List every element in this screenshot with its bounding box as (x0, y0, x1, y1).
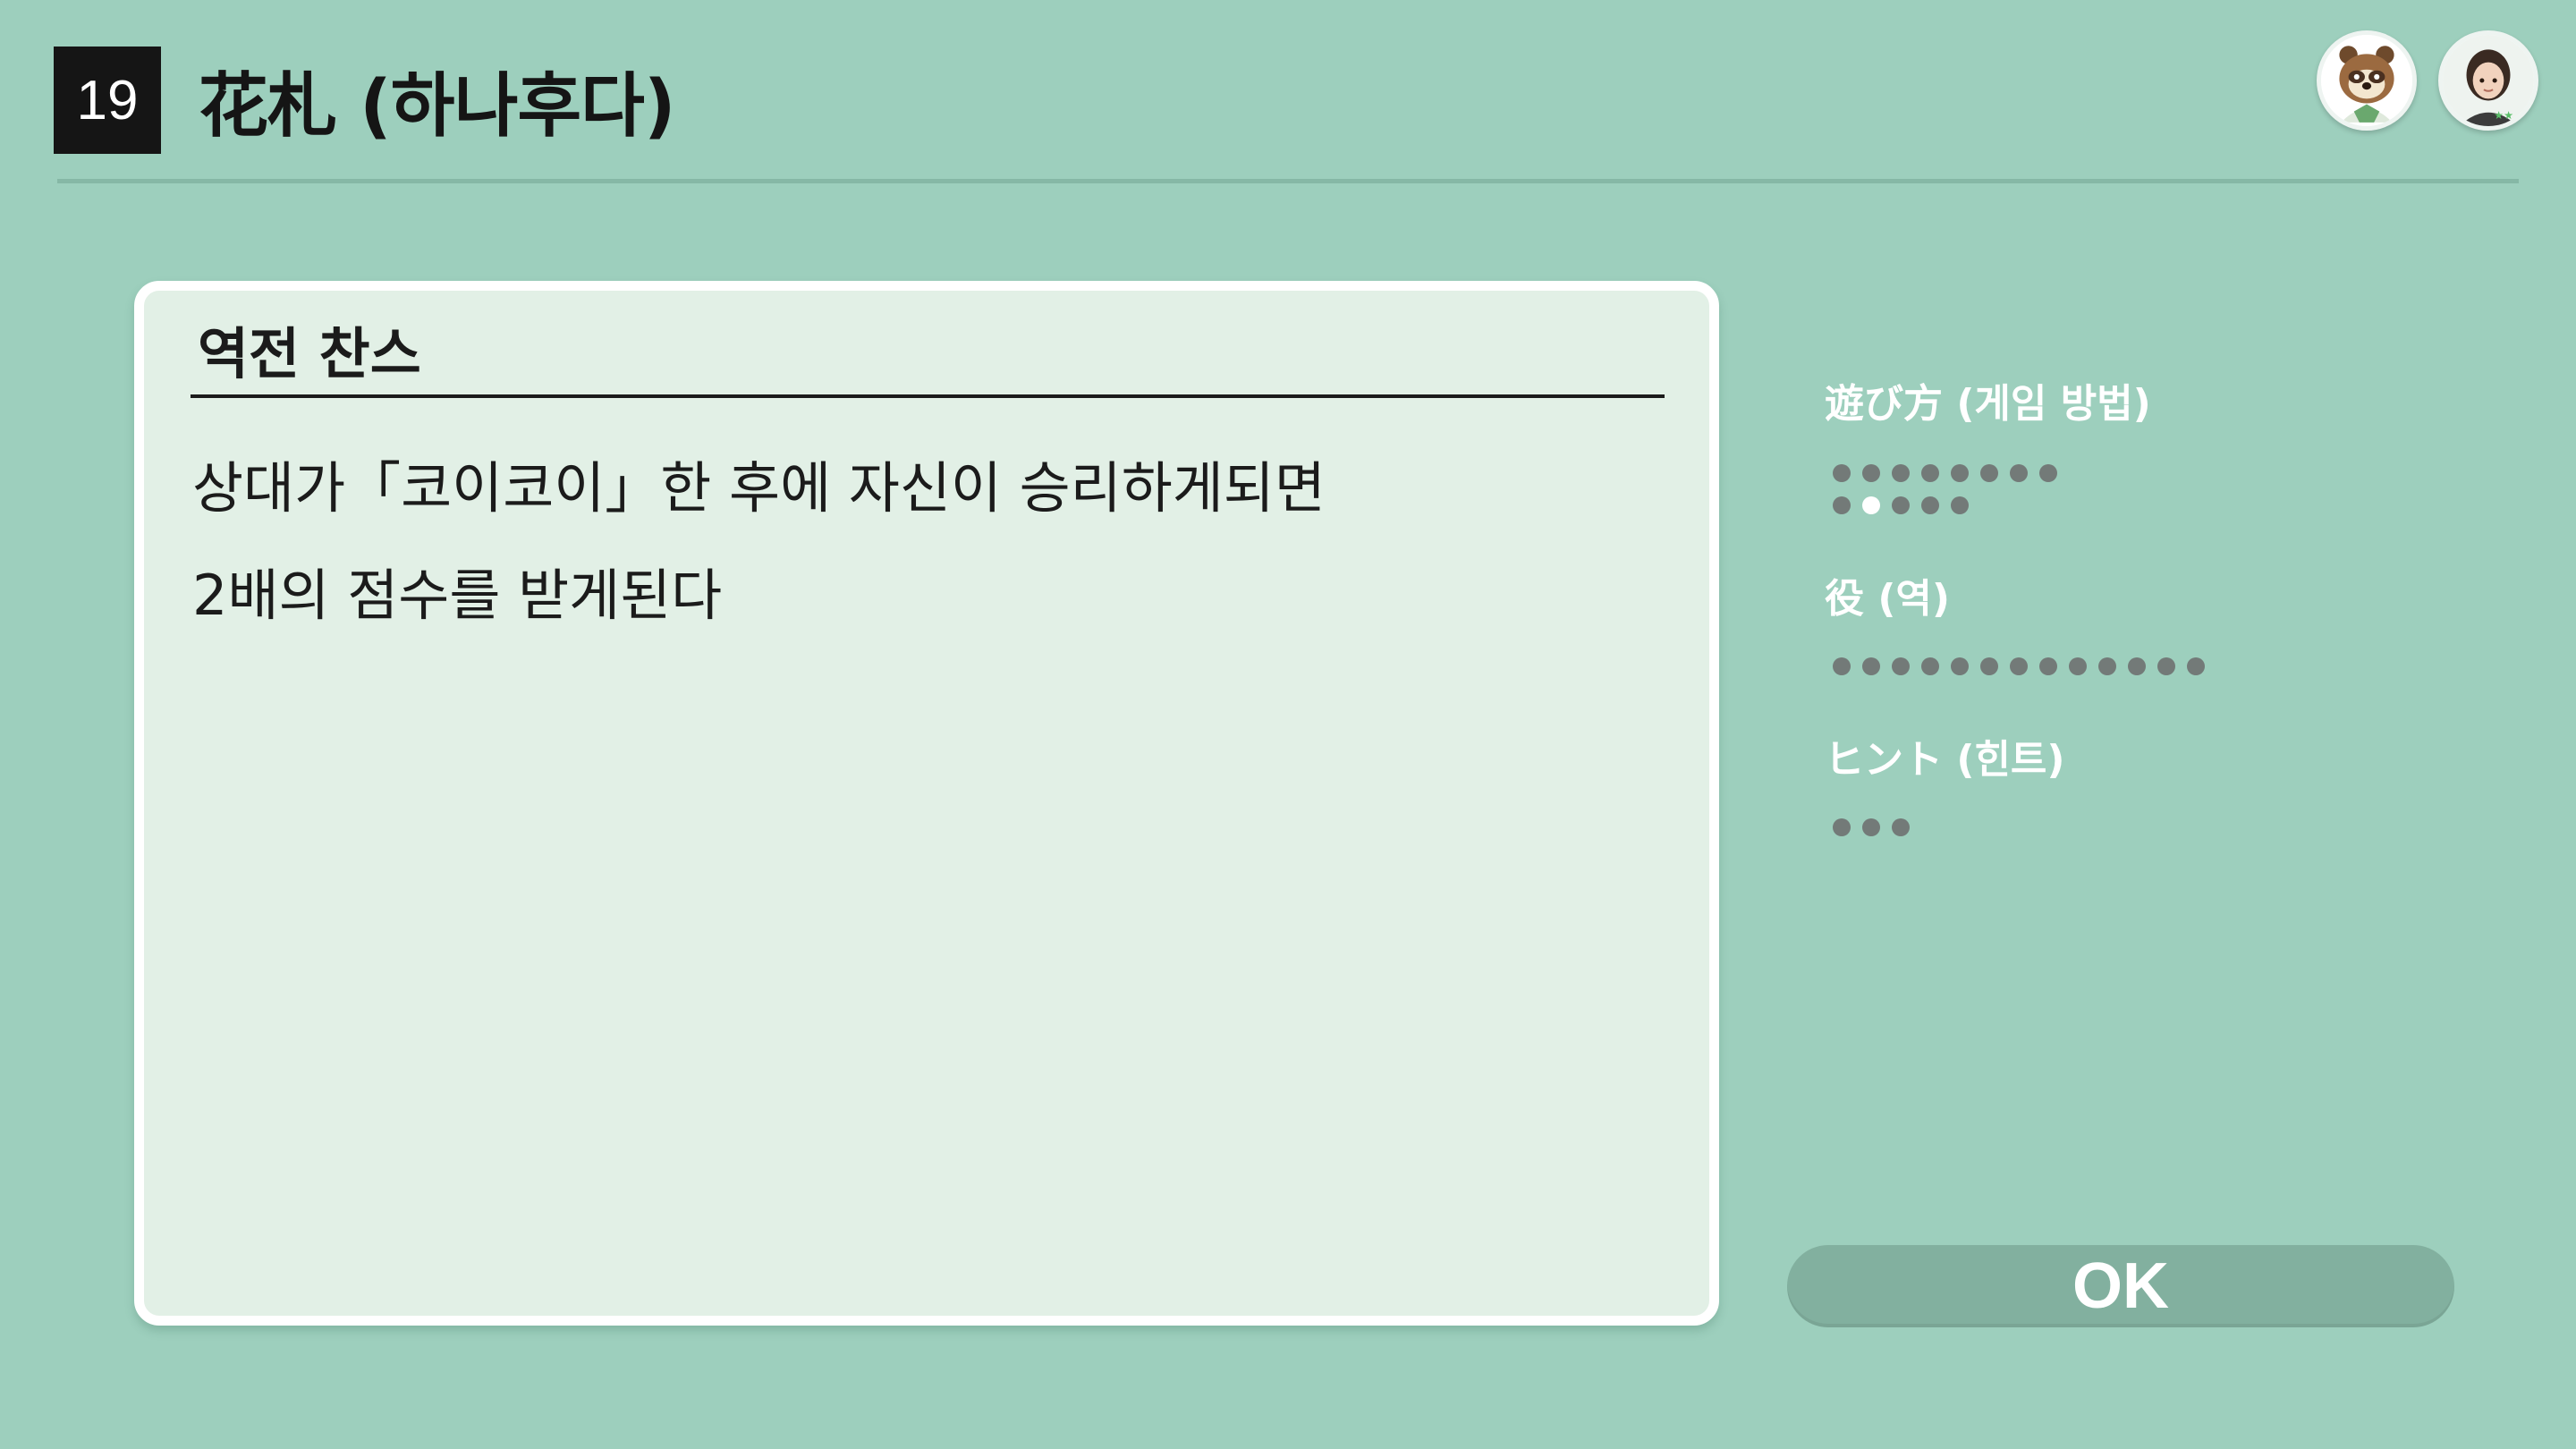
page-dot (2098, 657, 2116, 675)
menu-item-how-to-play[interactable]: 遊び方 (게임 방법) (1787, 360, 2454, 440)
page-dot-current (1862, 496, 1880, 514)
page-dot (1892, 496, 1910, 514)
page-dot (2039, 657, 2057, 675)
svg-text:★★: ★★ (2494, 109, 2513, 122)
page-dots-how-to-play-row-2 (1832, 496, 2458, 515)
card-text-line: 2배의 점수를 받게된다 (192, 563, 723, 628)
page-dot (1980, 464, 1998, 482)
card-title-underline (191, 394, 1665, 398)
card-text-line: 상대가「코이코이」한 후에 자신이 승리하게되면 (192, 455, 1326, 521)
page-dot (2157, 657, 2175, 675)
game-number-badge: 19 (54, 47, 161, 154)
page-dots-svg (1833, 496, 1969, 514)
menu-item-yaku[interactable]: 役 (역) (1787, 555, 2454, 635)
tanuki-character-icon (2321, 35, 2412, 126)
page-dot (2187, 657, 2205, 675)
explanation-card: 역전 찬스 상대가「코이코이」한 후에 자신이 승리하게되면 2배의 점수를 받… (134, 281, 1719, 1326)
header-divider (57, 179, 2519, 183)
page-dot (1980, 657, 1998, 675)
page-dots-yaku (1832, 657, 2458, 676)
page-dot (1921, 657, 1939, 675)
page-dots-svg (1833, 657, 2205, 675)
page-dots-svg (1833, 464, 2057, 482)
page-dot (1862, 464, 1880, 482)
page-dots-how-to-play-row-1 (1832, 463, 2458, 483)
ok-button[interactable]: OK (1787, 1245, 2454, 1327)
page-dot (1892, 818, 1910, 836)
player-avatar-villager: ★★ (2438, 30, 2538, 131)
page-dot (1951, 657, 1969, 675)
page-dots-svg (1833, 818, 1910, 836)
game-title: 花札 (하나후다) (199, 66, 675, 147)
card-title: 역전 찬스 (198, 321, 421, 386)
player-character-icon: ★★ (2443, 35, 2534, 126)
page-dot (2010, 464, 2028, 482)
page-dot (1892, 464, 1910, 482)
page-dot (2128, 657, 2146, 675)
menu-item-hint[interactable]: ヒント (힌트) (1787, 716, 2454, 796)
page-dot (2010, 657, 2028, 675)
page-dot (1833, 464, 1851, 482)
page-dot (1833, 496, 1851, 514)
page-dot (1951, 464, 1969, 482)
page-dot (1862, 657, 1880, 675)
page-dot (1921, 464, 1939, 482)
page-dot (1892, 657, 1910, 675)
page-dot (1921, 496, 1939, 514)
player-avatar-tanuki (2317, 30, 2417, 131)
page-dot (1833, 657, 1851, 675)
page-dot (2039, 464, 2057, 482)
page-dots-hint (1832, 818, 2458, 837)
page-dot (1862, 818, 1880, 836)
page-dot (2069, 657, 2087, 675)
page-dot (1951, 496, 1969, 514)
page-dot (1833, 818, 1851, 836)
